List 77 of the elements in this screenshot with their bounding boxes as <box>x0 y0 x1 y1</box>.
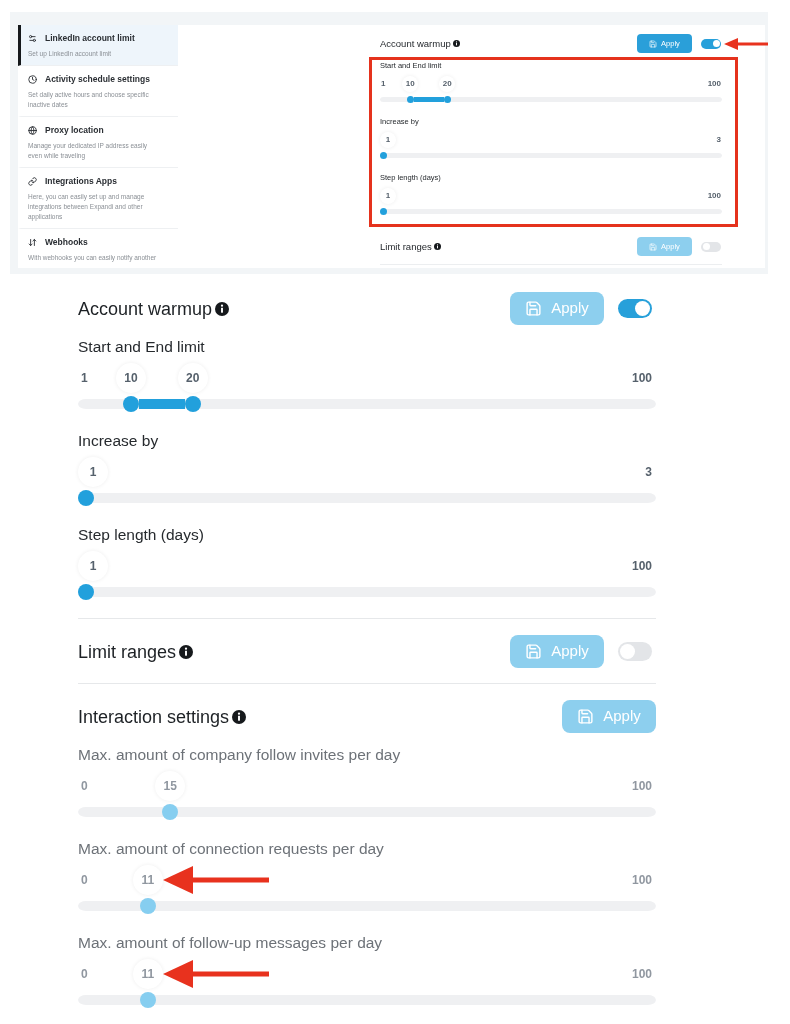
slider-track[interactable] <box>78 898 656 914</box>
slider-thumb[interactable] <box>443 96 451 103</box>
slider-value: 1 <box>380 132 396 148</box>
slider-max-label: 100 <box>707 79 721 89</box>
link-icon <box>28 176 37 186</box>
toggle-switch[interactable] <box>618 642 652 661</box>
info-icon <box>433 243 441 250</box>
toggle-switch[interactable] <box>618 299 652 318</box>
up-down-arrows-icon <box>28 237 37 247</box>
slider-value: 20 <box>177 363 208 393</box>
slider-min-label: 0 <box>81 872 88 889</box>
slider-min-label: 0 <box>81 778 88 795</box>
slider-thumb[interactable] <box>380 152 387 159</box>
slider-thumb[interactable] <box>78 584 94 600</box>
sidebar-item-title: Activity schedule settings <box>45 73 150 86</box>
slider-track[interactable] <box>78 396 656 412</box>
slider-min-label: 1 <box>81 370 88 387</box>
slider-value: 1 <box>380 188 396 204</box>
slider-max-label: 100 <box>631 966 652 983</box>
info-icon <box>452 40 460 47</box>
sidebar-item-title: Proxy location <box>45 124 104 137</box>
sidebar-item-title: Integrations Apps <box>45 175 117 188</box>
slider-max-label: 100 <box>707 191 721 201</box>
slider-min-label: 1 <box>381 79 386 89</box>
slider-label: Max. amount of follow-up messages per day <box>78 933 383 953</box>
globe-icon <box>28 125 37 135</box>
slider-value: 11 <box>132 865 163 895</box>
slider-thumb[interactable] <box>406 96 414 103</box>
slider-value: 1 <box>78 457 108 487</box>
clock-icon <box>28 74 37 84</box>
section-title: Limit ranges <box>380 240 432 253</box>
section-title: Account warmup <box>380 37 451 50</box>
save-icon <box>649 242 658 251</box>
sidebar-item-title: Webhooks <box>45 236 88 249</box>
slider-label: Step length (days) <box>78 525 204 545</box>
slider-label: Start and End limit <box>78 337 205 357</box>
slider-track[interactable] <box>78 992 656 1008</box>
slider-label: Increase by <box>78 431 159 451</box>
slider-value: 20 <box>439 76 456 92</box>
slider-track[interactable] <box>380 96 722 103</box>
section-title: Account warmup <box>78 297 213 321</box>
slider-track[interactable] <box>78 490 656 506</box>
info-icon <box>215 301 230 316</box>
info-icon <box>179 644 194 659</box>
slider-track[interactable] <box>78 804 656 820</box>
save-icon <box>649 39 658 48</box>
slider-value: 11 <box>132 959 163 989</box>
slider-max-label: 100 <box>631 778 652 795</box>
slider-thumb[interactable] <box>184 396 201 412</box>
slider-value: 1 <box>78 551 108 581</box>
slider-track[interactable] <box>78 584 656 600</box>
save-icon <box>577 708 595 725</box>
save-icon <box>525 300 543 317</box>
sidebar-item-title: LinkedIn account limit <box>45 32 135 45</box>
slider-max-label: 3 <box>716 135 721 145</box>
sliders-icon <box>28 33 37 43</box>
info-icon <box>232 709 247 724</box>
slider-min-label: 0 <box>81 966 88 983</box>
slider-max-label: 100 <box>631 558 652 575</box>
slider-thumb[interactable] <box>380 208 387 215</box>
slider-max-label: 100 <box>631 872 652 889</box>
slider-thumb[interactable] <box>122 396 139 412</box>
slider-label: Max. amount of connection requests per day <box>78 839 384 859</box>
slider-value: 15 <box>155 771 186 801</box>
section-title: Limit ranges <box>78 640 177 664</box>
slider-thumb[interactable] <box>78 490 94 506</box>
slider-track[interactable] <box>380 208 722 215</box>
slider-value: 10 <box>402 76 419 92</box>
save-icon <box>525 643 543 660</box>
slider-max-label: 100 <box>631 370 652 387</box>
section-title: Interaction settings <box>78 705 230 729</box>
toggle-switch[interactable] <box>701 241 721 252</box>
slider-value: 10 <box>115 363 146 393</box>
slider-label: Max. amount of company follow invites per day <box>78 745 401 765</box>
slider-max-label: 3 <box>645 464 652 481</box>
slider-track[interactable] <box>380 152 722 159</box>
toggle-switch[interactable] <box>701 38 721 49</box>
